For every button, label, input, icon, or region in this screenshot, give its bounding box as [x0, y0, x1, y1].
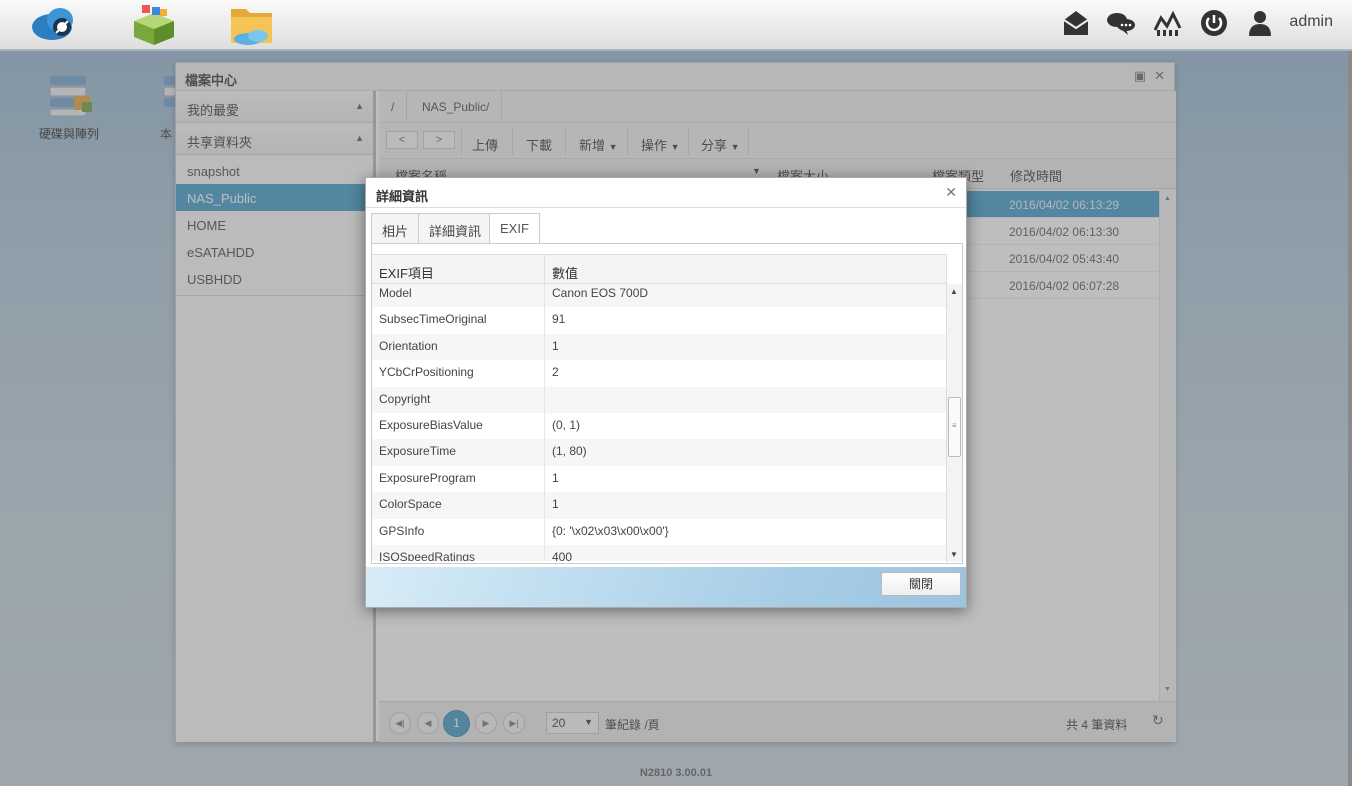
tab-exif[interactable]: EXIF — [489, 213, 540, 244]
column-divider — [544, 360, 545, 387]
exif-value: {0: '\x02\x03\x00\x00'} — [552, 523, 669, 538]
network-icon[interactable] — [1153, 8, 1183, 38]
exif-key: ExposureBiasValue — [379, 418, 483, 432]
exif-table-header: EXIF項目 數值 — [372, 254, 947, 284]
exif-key: YCbCrPositioning — [379, 365, 474, 380]
table-row[interactable]: ColorSpace 1 — [372, 492, 947, 519]
table-row[interactable]: Orientation 1 — [372, 333, 947, 361]
column-divider — [544, 492, 545, 519]
user-icon[interactable] — [1245, 8, 1275, 38]
column-divider — [544, 465, 545, 493]
exif-key: ColorSpace — [379, 497, 442, 512]
power-icon[interactable] — [1199, 8, 1229, 38]
tab-details[interactable]: 詳細資訊 — [418, 213, 493, 243]
exif-key: Copyright — [379, 391, 431, 406]
exif-key: ExposureTime — [379, 444, 456, 459]
exif-key-header[interactable]: EXIF項目 — [379, 263, 434, 282]
column-divider — [544, 307, 545, 334]
table-row[interactable]: YCbCrPositioning 2 — [372, 360, 947, 387]
exif-panel: EXIF項目 數值 Model Canon EOS 700D SubsecTime… — [371, 243, 963, 564]
table-row[interactable]: ISOSpeedRatings 400 — [372, 545, 947, 561]
exif-value: Canon EOS 700D — [552, 286, 649, 300]
column-divider — [544, 439, 545, 466]
table-row[interactable]: ExposureTime (1, 80) — [372, 439, 947, 466]
scrollbar-thumb[interactable]: ≡ — [948, 397, 961, 457]
dialog-tabs: 相片 詳細資訊 EXIF — [371, 213, 963, 244]
top-bar: admin — [0, 0, 1352, 50]
exif-key: ExposureProgram — [379, 470, 476, 485]
table-row[interactable]: GPSInfo {0: '\x02\x03\x00\x00'} — [372, 518, 947, 545]
username-label[interactable]: admin — [1289, 13, 1333, 31]
close-button[interactable]: 關閉 — [881, 572, 961, 596]
exif-value: 1 — [552, 338, 559, 353]
exif-key: ISOSpeedRatings — [379, 550, 476, 561]
dialog-title: 詳細資訊 — [376, 189, 429, 204]
mail-icon[interactable] — [1061, 8, 1091, 38]
column-divider — [544, 333, 545, 361]
scroll-up-icon[interactable]: ▲ — [950, 287, 958, 296]
screen-edge — [1348, 51, 1352, 786]
exif-value: 91 — [552, 312, 566, 327]
exif-table-body: Model Canon EOS 700D SubsecTimeOriginal 91… — [372, 284, 947, 561]
table-row[interactable]: Copyright — [372, 386, 947, 413]
exif-value: (1, 80) — [552, 444, 587, 459]
dialog-titlebar: 詳細資訊 ✕ — [366, 178, 966, 208]
table-row[interactable]: SubsecTimeOriginal 91 — [372, 307, 947, 334]
dialog-footer: 關閉 — [366, 567, 966, 607]
tab-photo[interactable]: 相片 — [371, 213, 420, 243]
exif-value: 1 — [552, 470, 559, 485]
table-row[interactable]: Model Canon EOS 700D — [372, 284, 947, 308]
cloud-app-icon[interactable] — [30, 3, 78, 47]
details-dialog: 詳細資訊 ✕ 相片 詳細資訊 EXIF EXIF項目 數值 Model Canon… — [365, 177, 967, 608]
grip-icon: ≡ — [952, 421, 957, 430]
table-row[interactable]: ExposureProgram 1 — [372, 465, 947, 493]
exif-value-header[interactable]: 數值 — [552, 263, 578, 282]
file-folder-app-icon[interactable] — [228, 3, 276, 47]
column-divider — [544, 545, 545, 561]
package-app-icon[interactable] — [130, 3, 178, 47]
column-divider — [544, 518, 545, 545]
exif-scrollbar[interactable]: ▲ ≡ ▼ — [946, 284, 962, 562]
exif-value: 2 — [552, 365, 559, 380]
exif-value: 1 — [552, 497, 559, 512]
column-divider — [544, 255, 545, 283]
column-divider — [946, 255, 947, 283]
firmware-version: N2810 3.00.01 — [639, 767, 713, 779]
exif-value: 400 — [552, 550, 573, 561]
exif-key: Model — [379, 286, 412, 300]
scroll-down-icon[interactable]: ▼ — [950, 550, 958, 559]
exif-key: Orientation — [379, 338, 438, 353]
chat-icon[interactable] — [1106, 8, 1136, 38]
column-divider — [544, 284, 545, 308]
column-divider — [544, 386, 545, 413]
close-icon[interactable]: ✕ — [945, 184, 957, 201]
table-row[interactable]: ExposureBiasValue (0, 1) — [372, 413, 947, 440]
column-divider — [544, 413, 545, 440]
exif-key: SubsecTimeOriginal — [379, 312, 487, 327]
exif-key: GPSInfo — [379, 523, 425, 538]
exif-value: (0, 1) — [552, 418, 581, 432]
